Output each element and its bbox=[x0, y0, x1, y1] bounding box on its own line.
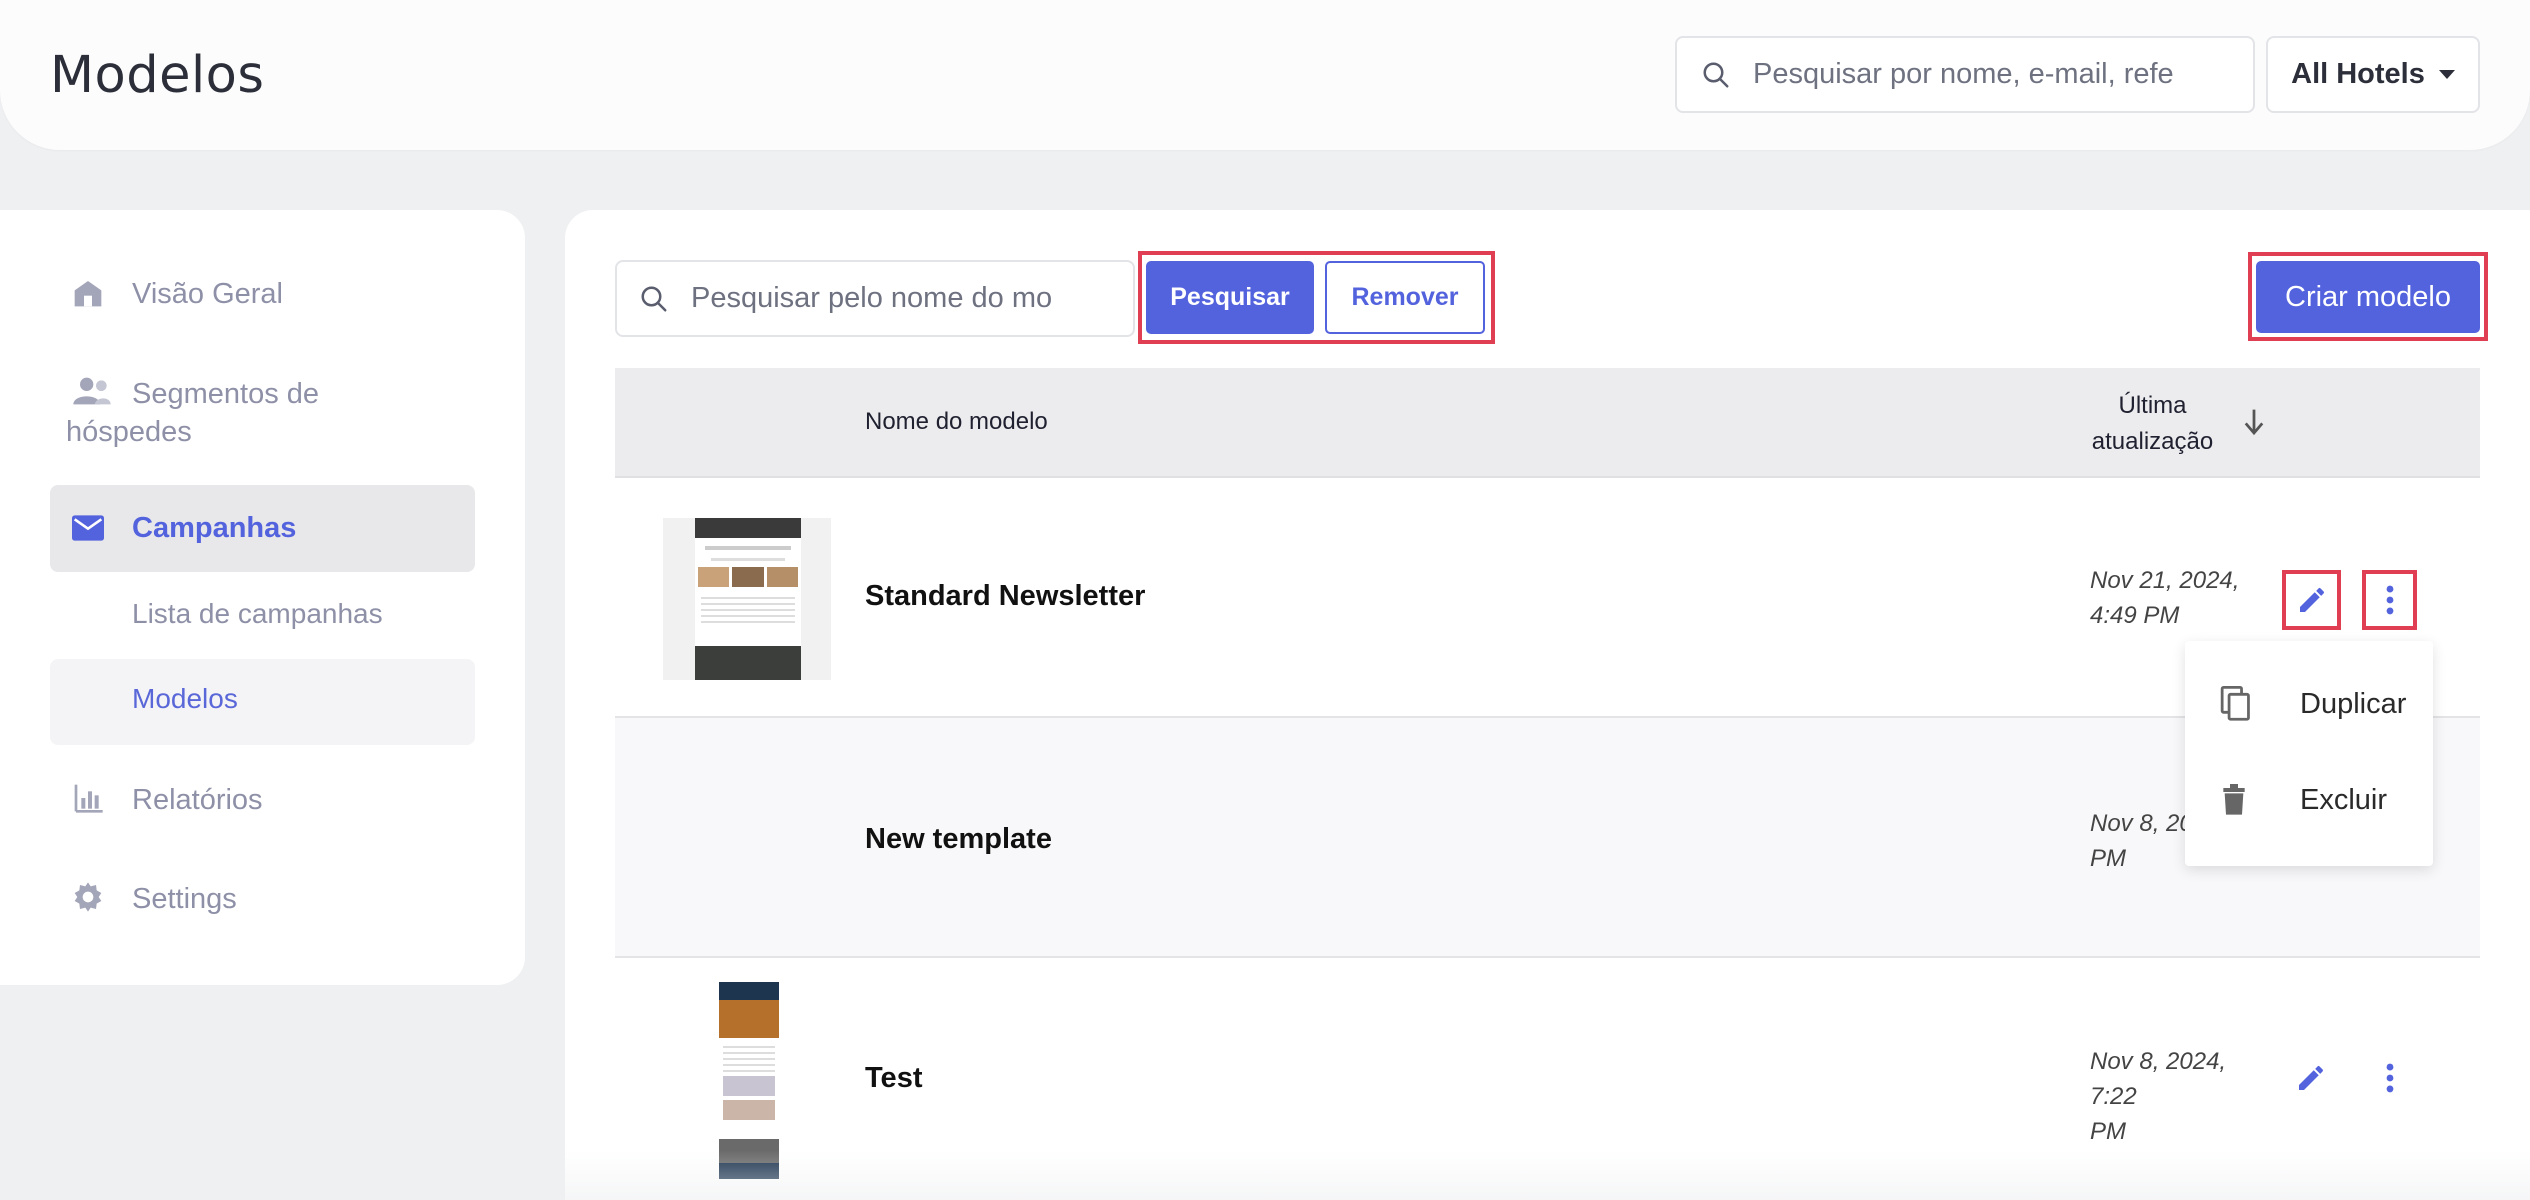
more-options-button[interactable] bbox=[2362, 570, 2417, 630]
template-thumbnail bbox=[663, 518, 831, 680]
global-search[interactable] bbox=[1675, 36, 2255, 113]
mail-icon bbox=[72, 515, 104, 541]
template-name[interactable]: New template bbox=[865, 823, 1052, 856]
sidebar-item-visao-geral[interactable]: Visão Geral bbox=[50, 262, 475, 324]
search-icon bbox=[1703, 62, 1729, 87]
pencil-icon bbox=[2299, 587, 2324, 612]
template-updated: Nov 21, 2024, 4:49 PM bbox=[2090, 563, 2265, 633]
template-name[interactable]: Standard Newsletter bbox=[865, 580, 1145, 613]
template-search-input[interactable] bbox=[691, 282, 1091, 315]
trash-icon bbox=[2223, 784, 2245, 815]
chevron-down-icon bbox=[2438, 70, 2455, 79]
arrow-down-icon[interactable] bbox=[2243, 408, 2265, 436]
search-button[interactable]: Pesquisar bbox=[1146, 261, 1314, 334]
table-header: Nome do modelo Última atualização bbox=[615, 368, 2480, 478]
global-search-input[interactable] bbox=[1753, 58, 2223, 91]
column-header-updated-line2: atualização bbox=[2091, 428, 2214, 455]
pencil-icon bbox=[2299, 1065, 2324, 1090]
template-name[interactable]: Test bbox=[865, 1062, 922, 1095]
template-updated-line1: Nov 8, 2024, 7:22 bbox=[2090, 1048, 2227, 1110]
home-icon bbox=[74, 281, 102, 307]
sidebar-item-label: Visão Geral bbox=[132, 278, 283, 310]
sidebar-item-campanhas[interactable]: Campanhas bbox=[50, 485, 475, 572]
sidebar-item-label: Segmentos de bbox=[132, 378, 320, 410]
more-options-button[interactable] bbox=[2367, 1050, 2413, 1106]
menu-item-duplicate[interactable]: Duplicar bbox=[2185, 659, 2433, 749]
edit-button[interactable] bbox=[2282, 570, 2341, 630]
sidebar-subitem-label: Lista de campanhas bbox=[132, 598, 383, 629]
sidebar-item-label: Settings bbox=[132, 883, 237, 915]
remove-button[interactable]: Remover bbox=[1325, 261, 1485, 334]
gear-icon bbox=[74, 882, 102, 912]
hotel-select-value: All Hotels bbox=[2291, 58, 2425, 90]
sidebar-item-label-line2: hóspedes bbox=[66, 416, 192, 448]
column-header-name[interactable]: Nome do modelo bbox=[865, 408, 1048, 436]
sidebar-subitem-modelos[interactable]: Modelos bbox=[50, 659, 475, 745]
menu-item-delete[interactable]: Excluir bbox=[2185, 755, 2433, 845]
column-header-updated-line1: Última bbox=[2118, 392, 2187, 419]
sidebar-item-settings[interactable]: Settings bbox=[50, 867, 475, 929]
sidebar-item-label: Relatórios bbox=[132, 784, 263, 816]
bar-chart-icon bbox=[74, 784, 103, 813]
create-template-button[interactable]: Criar modelo bbox=[2256, 261, 2480, 333]
edit-button[interactable] bbox=[2285, 1050, 2337, 1106]
sidebar-item-relatorios[interactable]: Relatórios bbox=[50, 768, 475, 830]
template-thumbnail bbox=[719, 982, 779, 1179]
sidebar-subitem-lista-campanhas[interactable]: Lista de campanhas bbox=[50, 574, 475, 660]
table-row[interactable]: Test Nov 8, 2024, 7:22 PM bbox=[615, 958, 2480, 1200]
sidebar-item-label: Campanhas bbox=[132, 512, 297, 544]
column-header-updated[interactable]: Última atualização bbox=[2085, 388, 2220, 460]
template-updated: Nov 8, 2024, 7:22 PM bbox=[2090, 1044, 2265, 1149]
page-title: Modelos bbox=[50, 46, 265, 105]
top-header: Modelos All Hotels bbox=[0, 0, 2530, 150]
more-vertical-icon bbox=[2386, 585, 2393, 615]
template-updated-line2: 4:49 PM bbox=[2090, 602, 2180, 629]
users-icon bbox=[73, 377, 111, 405]
sidebar-subitem-label: Modelos bbox=[132, 683, 238, 714]
menu-item-label: Excluir bbox=[2300, 783, 2388, 816]
copy-icon bbox=[2220, 686, 2250, 721]
hotel-select[interactable]: All Hotels bbox=[2266, 36, 2480, 113]
more-vertical-icon bbox=[2386, 1063, 2394, 1093]
template-updated-line2: PM bbox=[2090, 1118, 2126, 1145]
options-menu: Duplicar Excluir bbox=[2185, 641, 2433, 866]
menu-item-label: Duplicar bbox=[2300, 687, 2407, 720]
sidebar-item-segmentos[interactable]: Segmentos de hóspedes bbox=[50, 362, 475, 462]
template-updated-line1: Nov 21, 2024, bbox=[2090, 567, 2240, 594]
template-search[interactable] bbox=[615, 260, 1135, 337]
search-icon bbox=[641, 286, 667, 311]
